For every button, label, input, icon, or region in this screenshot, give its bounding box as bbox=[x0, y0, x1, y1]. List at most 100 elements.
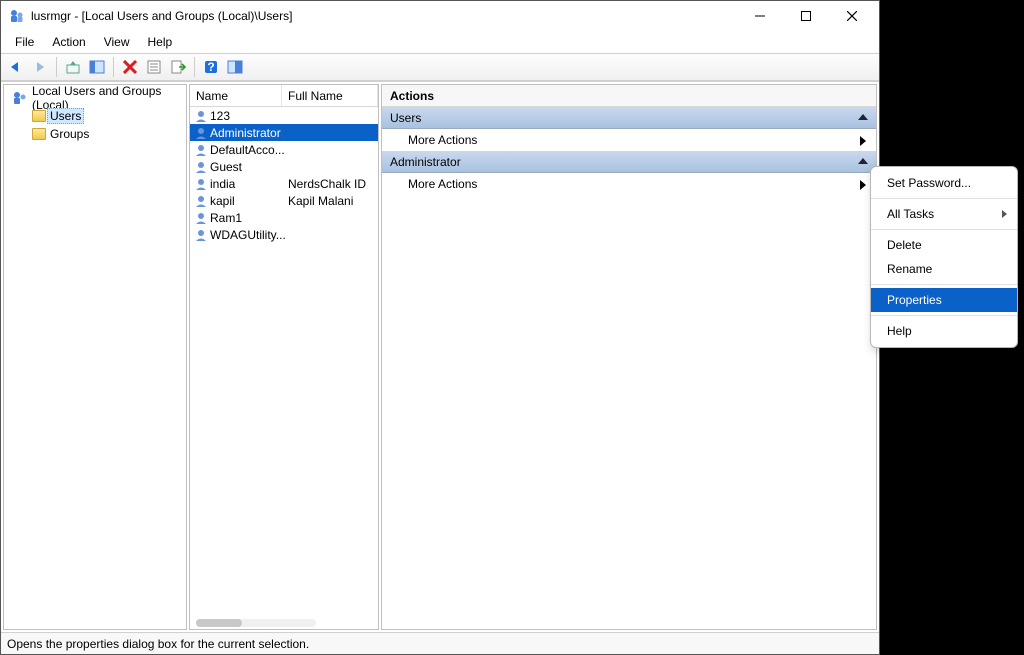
svg-text:?: ? bbox=[207, 60, 214, 74]
submenu-arrow-icon bbox=[860, 136, 866, 146]
actions-header-users-label: Users bbox=[390, 111, 421, 125]
window: lusrmgr - [Local Users and Groups (Local… bbox=[0, 0, 880, 655]
folder-icon bbox=[32, 128, 46, 140]
export-button[interactable] bbox=[167, 56, 189, 78]
tree-users-label: Users bbox=[47, 108, 84, 124]
user-icon bbox=[194, 109, 208, 123]
ctx-delete[interactable]: Delete bbox=[871, 233, 1017, 257]
tree-root-node[interactable]: Local Users and Groups (Local) bbox=[10, 89, 186, 107]
ctx-all-tasks-label: All Tasks bbox=[887, 207, 934, 221]
ctx-separator bbox=[871, 198, 1017, 199]
folder-icon bbox=[32, 110, 46, 122]
user-name: Ram1 bbox=[210, 211, 286, 225]
user-name: 123 bbox=[210, 109, 286, 123]
tree-pane[interactable]: Local Users and Groups (Local) Users Gro… bbox=[3, 84, 187, 630]
user-icon bbox=[194, 160, 208, 174]
forward-button[interactable] bbox=[29, 56, 51, 78]
back-button[interactable] bbox=[5, 56, 27, 78]
user-name: Guest bbox=[210, 160, 286, 174]
menubar: File Action View Help bbox=[1, 31, 879, 53]
user-row[interactable]: Guest bbox=[190, 158, 378, 175]
ctx-rename[interactable]: Rename bbox=[871, 257, 1017, 281]
horizontal-scrollbar[interactable] bbox=[196, 619, 316, 627]
user-row[interactable]: indiaNerdsChalk ID bbox=[190, 175, 378, 192]
toolbar-separator-2 bbox=[113, 57, 114, 77]
help-button[interactable]: ? bbox=[200, 56, 222, 78]
user-row[interactable]: kapilKapil Malani bbox=[190, 192, 378, 209]
minimize-button[interactable] bbox=[737, 1, 783, 31]
actions-more-users[interactable]: More Actions bbox=[382, 129, 876, 151]
status-bar: Opens the properties dialog box for the … bbox=[1, 632, 879, 654]
col-header-name[interactable]: Name bbox=[190, 85, 282, 106]
ctx-help[interactable]: Help bbox=[871, 319, 1017, 343]
user-icon bbox=[194, 126, 208, 140]
list-body[interactable]: 123AdministratorDefaultAcco...Guestindia… bbox=[190, 107, 378, 629]
menu-view[interactable]: View bbox=[96, 33, 138, 51]
list-pane[interactable]: Name Full Name 123Administrator DefaultAc… bbox=[189, 84, 379, 630]
collapse-arrow-icon bbox=[858, 158, 868, 164]
actions-more-admin-label: More Actions bbox=[408, 177, 477, 191]
actions-header-users[interactable]: Users bbox=[382, 107, 876, 129]
toolbar-separator bbox=[56, 57, 57, 77]
ctx-all-tasks[interactable]: All Tasks bbox=[871, 202, 1017, 226]
titlebar: lusrmgr - [Local Users and Groups (Local… bbox=[1, 1, 879, 31]
app-icon bbox=[9, 8, 25, 24]
ctx-rename-label: Rename bbox=[887, 262, 932, 276]
user-name: india bbox=[210, 177, 286, 191]
user-icon bbox=[194, 211, 208, 225]
context-menu: Set Password... All Tasks Delete Rename … bbox=[870, 166, 1018, 348]
show-hide-tree-button[interactable] bbox=[86, 56, 108, 78]
user-row[interactable]: WDAGUtility... bbox=[190, 226, 378, 243]
user-icon bbox=[194, 177, 208, 191]
actions-header-admin-label: Administrator bbox=[390, 155, 461, 169]
ctx-properties-label: Properties bbox=[887, 293, 942, 307]
refresh-button[interactable] bbox=[224, 56, 246, 78]
user-name: WDAGUtility... bbox=[210, 228, 286, 242]
submenu-arrow-icon bbox=[1002, 210, 1007, 218]
ctx-delete-label: Delete bbox=[887, 238, 922, 252]
maximize-button[interactable] bbox=[783, 1, 829, 31]
user-icon bbox=[194, 143, 208, 157]
ctx-help-label: Help bbox=[887, 324, 912, 338]
menu-help[interactable]: Help bbox=[140, 33, 181, 51]
list-header[interactable]: Name Full Name bbox=[190, 85, 378, 107]
user-row[interactable]: 123 bbox=[190, 107, 378, 124]
delete-button[interactable] bbox=[119, 56, 141, 78]
window-title: lusrmgr - [Local Users and Groups (Local… bbox=[31, 9, 737, 23]
up-level-button[interactable] bbox=[62, 56, 84, 78]
ctx-separator bbox=[871, 229, 1017, 230]
client-area: Local Users and Groups (Local) Users Gro… bbox=[1, 81, 879, 632]
actions-pane: Actions Users More Actions Administrator… bbox=[381, 84, 877, 630]
user-row[interactable]: DefaultAcco... bbox=[190, 141, 378, 158]
user-row[interactable]: Administrator bbox=[190, 124, 378, 141]
tree-groups-label: Groups bbox=[50, 127, 89, 141]
user-name: DefaultAcco... bbox=[210, 143, 286, 157]
menu-file[interactable]: File bbox=[7, 33, 42, 51]
ctx-set-password[interactable]: Set Password... bbox=[871, 171, 1017, 195]
user-row[interactable]: Ram1 bbox=[190, 209, 378, 226]
user-fullname: NerdsChalk ID bbox=[286, 177, 378, 191]
user-icon bbox=[194, 194, 208, 208]
user-icon bbox=[194, 228, 208, 242]
actions-title: Actions bbox=[382, 85, 876, 107]
ctx-set-password-label: Set Password... bbox=[887, 176, 971, 190]
tree-node-groups[interactable]: Groups bbox=[10, 125, 186, 143]
col-header-fullname[interactable]: Full Name bbox=[282, 85, 378, 106]
lug-icon bbox=[12, 90, 28, 106]
actions-more-users-label: More Actions bbox=[408, 133, 477, 147]
actions-header-admin[interactable]: Administrator bbox=[382, 151, 876, 173]
collapse-arrow-icon bbox=[858, 114, 868, 120]
menu-action[interactable]: Action bbox=[44, 33, 93, 51]
ctx-separator bbox=[871, 315, 1017, 316]
properties-button[interactable] bbox=[143, 56, 165, 78]
scrollbar-thumb[interactable] bbox=[196, 619, 242, 627]
ctx-properties[interactable]: Properties bbox=[871, 288, 1017, 312]
close-button[interactable] bbox=[829, 1, 875, 31]
status-text: Opens the properties dialog box for the … bbox=[7, 637, 309, 651]
toolbar: ? bbox=[1, 53, 879, 81]
toolbar-separator-3 bbox=[194, 57, 195, 77]
user-fullname: Kapil Malani bbox=[286, 194, 378, 208]
actions-more-admin[interactable]: More Actions bbox=[382, 173, 876, 195]
user-name: kapil bbox=[210, 194, 286, 208]
submenu-arrow-icon bbox=[860, 180, 866, 190]
